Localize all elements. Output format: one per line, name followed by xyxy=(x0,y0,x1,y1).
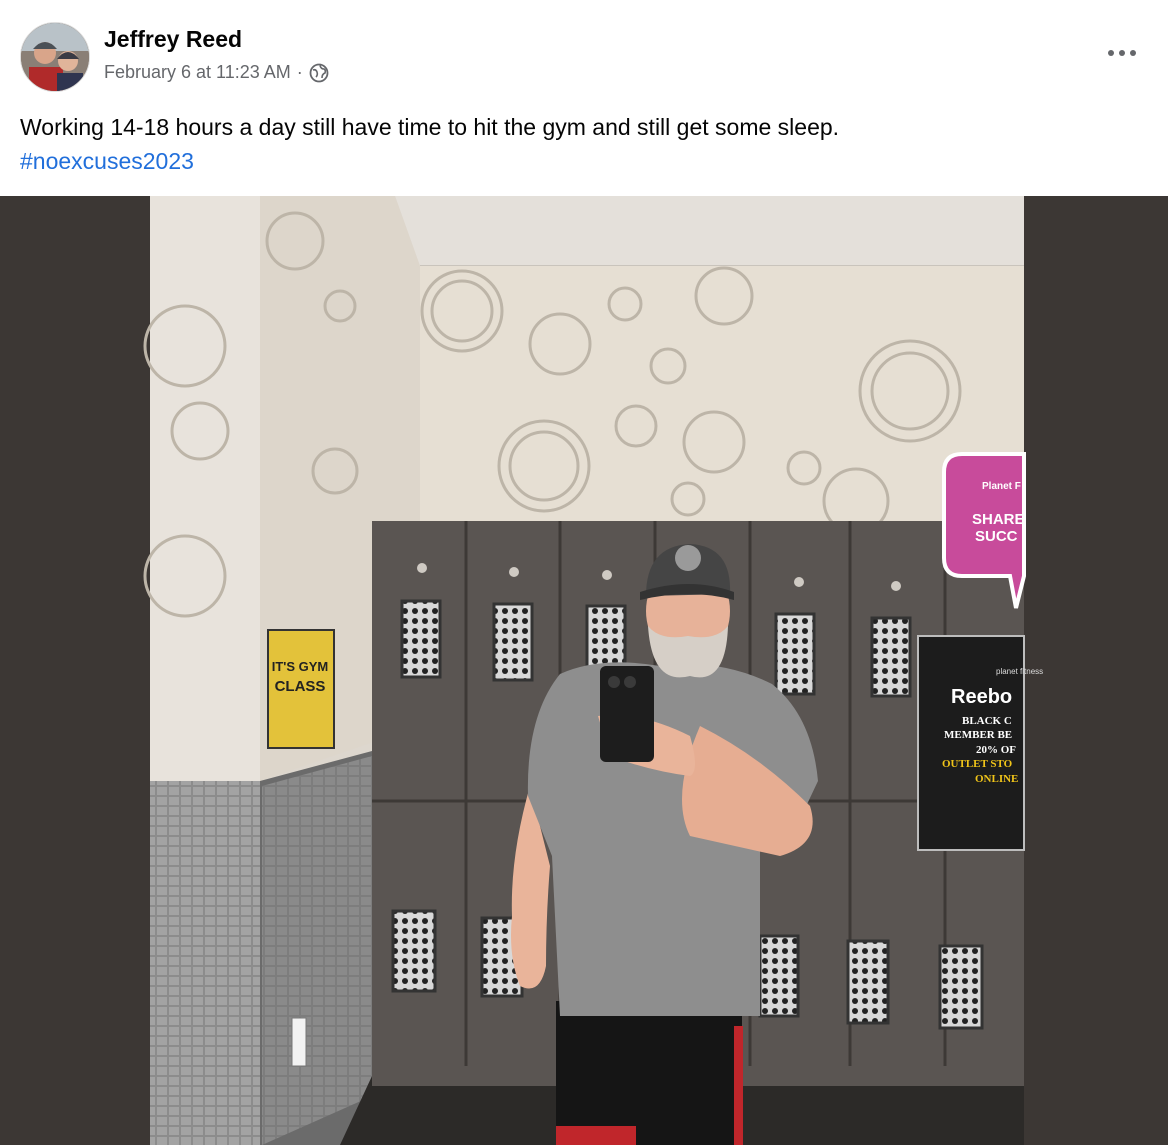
promo-line1: BLACK C xyxy=(962,715,1012,727)
post-text: Working 14-18 hours a day still have tim… xyxy=(20,110,1140,178)
post-photo[interactable]: IT'S GYM CLASS Planet F SHARE SUCC plane… xyxy=(0,196,1168,1145)
gym-selfie-image: IT'S GYM CLASS Planet F SHARE SUCC plane… xyxy=(143,196,1043,1145)
author-avatar[interactable] xyxy=(20,22,90,92)
more-options-button[interactable] xyxy=(1102,38,1142,68)
gym-sign-line1: IT'S GYM xyxy=(272,659,329,674)
share-sign-line2: SUCC xyxy=(975,528,1018,545)
promo-line4: OUTLET STO xyxy=(942,758,1013,770)
hashtag-link[interactable]: #noexcuses2023 xyxy=(20,144,1140,178)
promo-brand: planet fitness xyxy=(996,667,1043,676)
gym-sign-line2: CLASS xyxy=(275,678,326,695)
post-timestamp[interactable]: February 6 at 11:23 AM xyxy=(104,62,291,83)
more-options-icon xyxy=(1108,50,1136,56)
post-meta: February 6 at 11:23 AM · xyxy=(104,62,329,83)
share-sign-line1: SHARE xyxy=(972,511,1025,528)
share-sign-brand: Planet F xyxy=(982,481,1021,492)
meta-separator: · xyxy=(296,62,303,82)
promo-line3: 20% OF xyxy=(976,744,1016,756)
post-header: Jeffrey Reed February 6 at 11:23 AM · xyxy=(0,0,1168,100)
author-name[interactable]: Jeffrey Reed xyxy=(104,26,242,53)
promo-title: Reebo xyxy=(951,686,1012,708)
post-body: Working 14-18 hours a day still have tim… xyxy=(20,114,840,140)
avatar-image xyxy=(21,23,89,91)
globe-icon[interactable] xyxy=(309,63,329,83)
promo-line5: ONLINE xyxy=(975,773,1018,785)
promo-line2: MEMBER BE xyxy=(944,729,1012,741)
